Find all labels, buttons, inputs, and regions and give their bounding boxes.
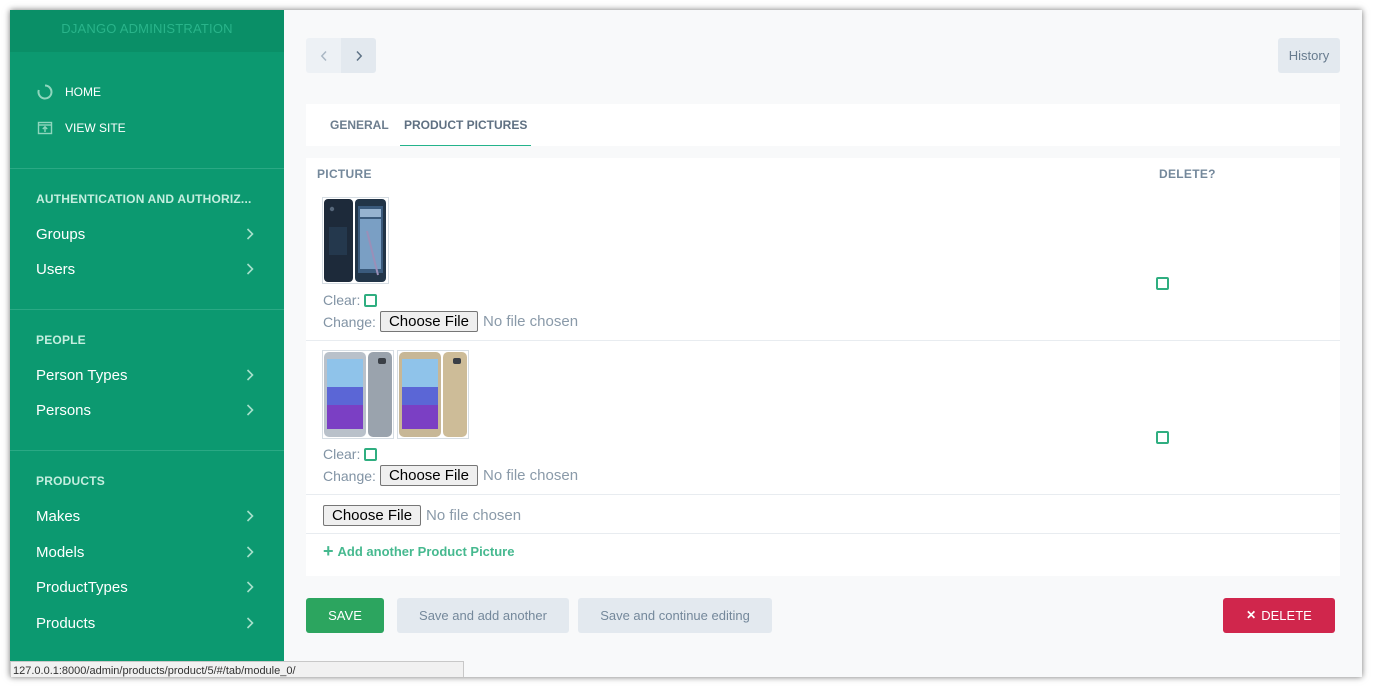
main-content: History GENERAL PRODUCT PICTURES PICTURE… [284,10,1362,677]
choose-file-button[interactable]: Choose File [323,505,422,526]
delete-label: DELETE [1261,608,1312,623]
product-image-black-phone[interactable] [322,197,389,284]
sidebar-item-label: Products [36,614,96,632]
sidebar-home-label: HOME [65,85,101,99]
save-and-continue-button[interactable]: Save and continue editing [578,598,772,633]
sidebar-item-label: Makes [36,507,81,525]
new-file-field: Choose File No file chosen [323,505,521,526]
sidebar-item-label: Groups [36,225,86,243]
delete-checkbox[interactable] [1156,277,1169,290]
sidebar-item-label: ProductTypes [36,578,128,596]
sidebar-item-label: Users [36,260,76,278]
clear-field: Clear: [323,292,378,308]
chevron-right-icon [246,263,254,275]
choose-file-button[interactable]: Choose File [379,465,478,486]
change-label: Change: [323,467,376,484]
sidebar-item-person-types[interactable]: Person Types [36,362,254,388]
sidebar-item-label: Persons [36,401,92,419]
table-row: Clear: Change: Choose File No file chose… [306,186,1340,341]
change-field: Change: Choose File No file chosen [323,311,578,332]
chevron-right-icon [246,581,254,593]
sidebar-divider [10,168,284,169]
view-site-icon [36,119,54,137]
home-circle-icon [36,83,54,101]
add-another-label: Add another Product Picture [337,543,515,559]
sidebar-item-users[interactable]: Users [36,256,254,282]
clear-label: Clear: [323,292,361,308]
clear-checkbox[interactable] [364,447,378,461]
close-icon: ✕ [1246,608,1257,622]
tab-bar: GENERAL PRODUCT PICTURES [306,104,1340,146]
status-bar-url: 127.0.0.1:8000/admin/products/product/5/… [10,661,464,677]
tab-general[interactable]: GENERAL [326,104,393,146]
chevron-right-icon [246,228,254,240]
chevron-right-icon [246,510,254,522]
chevron-right-icon [355,50,362,61]
clear-field: Clear: [323,446,378,462]
product-pictures-inline: PICTURE DELETE? Clear: Change: Choose Fi… [306,158,1340,576]
sidebar-view-site-link[interactable]: VIEW SITE [36,117,126,139]
sidebar-item-label: Models [36,543,85,561]
site-brand[interactable]: DJANGO ADMINISTRATION [10,10,284,52]
chevron-left-icon [320,50,327,61]
sidebar-divider [10,309,284,310]
delete-checkbox[interactable] [1156,431,1169,444]
sidebar: DJANGO ADMINISTRATION HOME VIEW SITE AUT… [10,10,284,677]
clear-checkbox[interactable] [364,293,378,307]
next-record-button[interactable] [341,38,376,73]
sidebar-item-persons[interactable]: Persons [36,397,254,423]
save-and-add-another-button[interactable]: Save and add another [397,598,569,633]
no-file-text: No file chosen [426,507,522,524]
tab-product-pictures[interactable]: PRODUCT PICTURES [400,104,532,146]
sidebar-section-title-people: PEOPLE [36,333,86,347]
browser-viewport: DJANGO ADMINISTRATION HOME VIEW SITE AUT… [10,10,1362,677]
column-header-picture: PICTURE [317,167,372,181]
sidebar-item-models[interactable]: Models [36,539,254,565]
product-image-silver-gold-phones[interactable] [322,350,469,439]
sidebar-item-producttypes[interactable]: ProductTypes [36,574,254,600]
no-file-text: No file chosen [482,313,579,330]
column-header-delete: DELETE? [1159,167,1216,181]
chevron-right-icon [246,369,254,381]
clear-label: Clear: [323,446,361,462]
save-button[interactable]: SAVE [306,598,384,633]
sidebar-item-groups[interactable]: Groups [36,221,254,247]
table-row-new: Choose File No file chosen [306,495,1340,534]
chevron-right-icon [246,617,254,629]
sidebar-home-link[interactable]: HOME [36,81,101,103]
sidebar-item-label: Person Types [36,366,128,384]
sidebar-divider [10,450,284,451]
choose-file-button[interactable]: Choose File [379,311,478,332]
chevron-right-icon [246,546,254,558]
table-row: Clear: Change: Choose File No file chose… [306,341,1340,495]
history-button[interactable]: History [1278,38,1340,73]
no-file-text: No file chosen [482,467,579,484]
sidebar-view-site-label: VIEW SITE [65,121,126,135]
delete-button[interactable]: ✕ DELETE [1223,598,1335,633]
sidebar-section-title-auth: AUTHENTICATION AND AUTHORIZ... [36,192,252,206]
add-another-picture-link[interactable]: + Add another Product Picture [323,541,515,561]
change-label: Change: [323,313,376,330]
sidebar-item-products[interactable]: Products [36,610,254,636]
previous-record-button[interactable] [306,38,341,73]
record-pager [306,38,376,73]
sidebar-item-makes[interactable]: Makes [36,503,254,529]
sidebar-section-title-products: PRODUCTS [36,474,105,488]
change-field: Change: Choose File No file chosen [323,465,578,486]
chevron-right-icon [246,404,254,416]
plus-icon: + [323,541,334,561]
